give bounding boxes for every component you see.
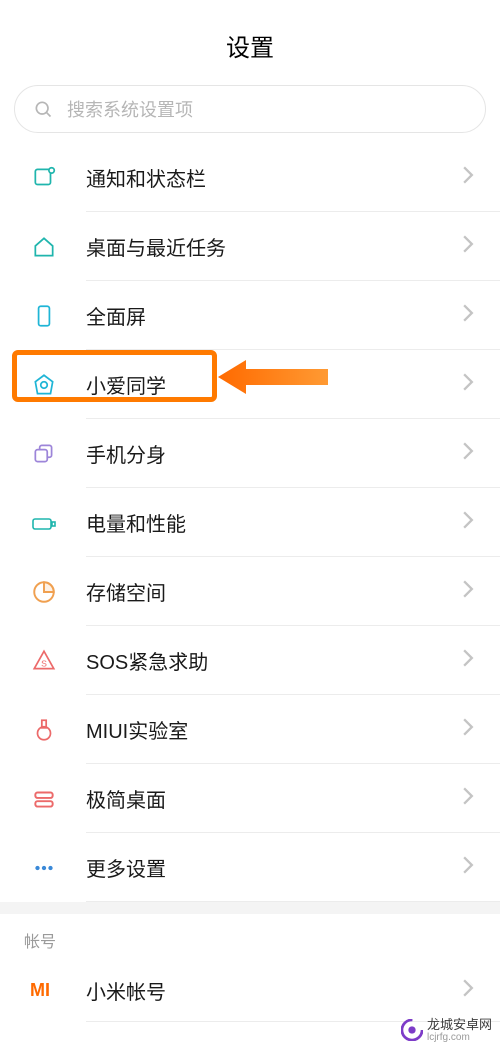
more-icon	[24, 848, 64, 888]
item-battery[interactable]: 电量和性能	[0, 488, 500, 557]
chevron-right-icon	[462, 580, 474, 603]
page-title: 设置	[0, 28, 500, 63]
xiaoai-icon	[24, 365, 64, 405]
chevron-right-icon	[462, 235, 474, 258]
item-xiaoai[interactable]: 小爱同学	[0, 350, 500, 419]
search-icon	[33, 99, 53, 119]
row-label: 全面屏	[86, 301, 462, 330]
fullscreen-icon	[24, 296, 64, 336]
chevron-right-icon	[462, 856, 474, 879]
chevron-right-icon	[462, 511, 474, 534]
item-more-settings[interactable]: 更多设置	[0, 833, 500, 902]
sos-icon: S	[24, 641, 64, 681]
search-input[interactable]: 搜索系统设置项	[14, 85, 486, 133]
chevron-right-icon	[462, 787, 474, 810]
search-placeholder: 搜索系统设置项	[67, 96, 193, 122]
chevron-right-icon	[462, 979, 474, 1002]
row-label: 通知和状态栏	[86, 163, 462, 192]
chevron-right-icon	[462, 442, 474, 465]
row-label: 极简桌面	[86, 784, 462, 813]
row-label: MIUI实验室	[86, 715, 462, 744]
watermark-url: lcjrfg.com	[427, 1032, 492, 1043]
lab-icon	[24, 710, 64, 750]
row-label: 更多设置	[86, 853, 462, 882]
row-label: 存储空间	[86, 577, 462, 606]
section-divider	[0, 902, 500, 914]
item-notification[interactable]: 通知和状态栏	[0, 143, 500, 212]
item-fullscreen[interactable]: 全面屏	[0, 281, 500, 350]
notification-icon	[24, 158, 64, 198]
account-section-header: 帐号	[0, 914, 500, 958]
chevron-right-icon	[462, 718, 474, 741]
clone-icon	[24, 434, 64, 474]
row-label: 电量和性能	[86, 508, 462, 537]
page-header: 设置	[0, 0, 500, 85]
chevron-right-icon	[462, 373, 474, 396]
mi-logo-icon: MI	[24, 970, 64, 1010]
row-label: 小爱同学	[86, 370, 462, 399]
item-storage[interactable]: 存储空间	[0, 557, 500, 626]
row-label: 小米帐号	[86, 976, 462, 1005]
item-simple-desktop[interactable]: 极简桌面	[0, 764, 500, 833]
svg-text:MI: MI	[30, 980, 50, 1000]
item-sos[interactable]: S SOS紧急求助	[0, 626, 500, 695]
settings-list: 通知和状态栏 桌面与最近任务 全面屏	[0, 143, 500, 902]
row-label: SOS紧急求助	[86, 646, 462, 675]
home-icon	[24, 227, 64, 267]
storage-icon	[24, 572, 64, 612]
row-label: 桌面与最近任务	[86, 232, 462, 261]
chevron-right-icon	[462, 649, 474, 672]
item-clone[interactable]: 手机分身	[0, 419, 500, 488]
item-mi-account[interactable]: MI 小米帐号	[0, 958, 500, 1022]
watermark-logo-icon	[401, 1019, 423, 1041]
chevron-right-icon	[462, 166, 474, 189]
row-label: 手机分身	[86, 439, 462, 468]
item-home[interactable]: 桌面与最近任务	[0, 212, 500, 281]
svg-text:S: S	[41, 658, 47, 668]
chevron-right-icon	[462, 304, 474, 327]
item-lab[interactable]: MIUI实验室	[0, 695, 500, 764]
simple-desktop-icon	[24, 779, 64, 819]
battery-icon	[24, 503, 64, 543]
